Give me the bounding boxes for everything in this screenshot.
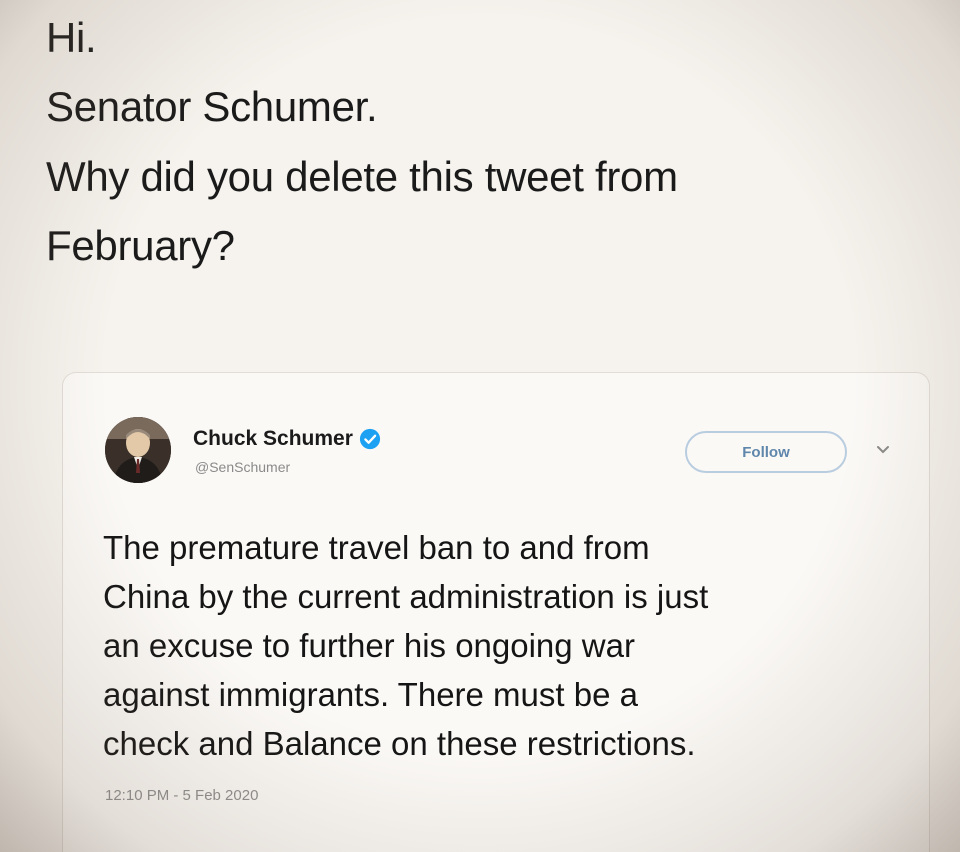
tweet-body: The premature travel ban to and from Chi…	[103, 523, 923, 768]
chevron-down-icon[interactable]	[876, 445, 890, 455]
tweet-body-line: The premature travel ban to and from	[103, 529, 650, 566]
tweet-timestamp[interactable]: 12:10 PM - 5 Feb 2020	[105, 787, 258, 804]
follow-button[interactable]: Follow	[685, 431, 847, 473]
post-text: Hi. Senator Schumer. Why did you delete …	[46, 14, 926, 291]
verified-badge-icon	[359, 428, 381, 450]
tweet-body-line: an excuse to further his ongoing war	[103, 627, 635, 664]
avatar-portrait-icon	[105, 417, 171, 483]
post-line: Senator Schumer.	[46, 83, 378, 131]
tweet-body-line: against immigrants. There must be a	[103, 676, 638, 713]
author-handle[interactable]: @SenSchumer	[195, 459, 290, 475]
tweet-body-line: China by the current administration is j…	[103, 578, 709, 615]
author-avatar[interactable]	[105, 417, 171, 483]
embedded-tweet-card[interactable]: Chuck Schumer @SenSchumer Follow The pre…	[62, 372, 930, 852]
author-name-row[interactable]: Chuck Schumer	[193, 427, 381, 451]
author-name[interactable]: Chuck Schumer	[193, 427, 353, 451]
post-line: Hi.	[46, 14, 97, 61]
post-line: February?	[46, 221, 235, 269]
tweet-body-line: check and Balance on these restrictions.	[103, 725, 696, 762]
post-line: Why did you delete this tweet from	[46, 152, 678, 200]
